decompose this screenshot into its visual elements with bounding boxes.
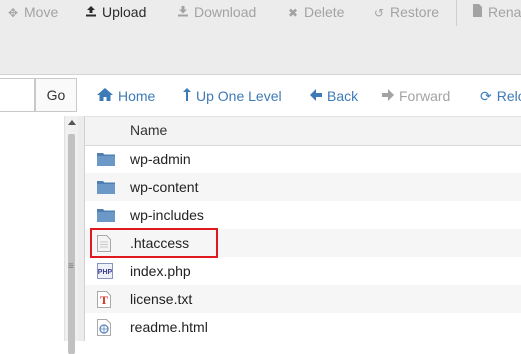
- back-link[interactable]: Back: [310, 87, 358, 105]
- table-row[interactable]: wp-includes: [85, 201, 521, 229]
- svg-text:T: T: [100, 293, 108, 307]
- delete-button[interactable]: ✖ Delete: [286, 3, 345, 21]
- home-label: Home: [118, 88, 156, 104]
- file-name: wp-includes: [130, 207, 204, 223]
- home-link[interactable]: Home: [97, 87, 155, 105]
- table-row[interactable]: wp-content: [85, 173, 521, 201]
- reload-icon: ⟳: [480, 88, 492, 104]
- file-manager-toolbar: ✥ Move Upload Download ✖ Delete ↺ Restore R…: [0, 0, 521, 75]
- table-row[interactable]: readme.html: [85, 313, 521, 341]
- resize-grip-icon[interactable]: ≡: [68, 262, 74, 272]
- php-file-icon: PHP: [97, 263, 115, 279]
- tree-scrollbar[interactable]: [64, 116, 79, 354]
- download-button[interactable]: Download: [176, 3, 256, 21]
- upload-icon: [84, 4, 98, 22]
- scrollbar-thumb[interactable]: [68, 134, 75, 354]
- html-file-icon: [97, 319, 115, 336]
- file-name: license.txt: [130, 291, 193, 307]
- go-button[interactable]: Go: [35, 78, 77, 112]
- upload-button[interactable]: Upload: [84, 3, 146, 21]
- path-input[interactable]: [0, 78, 35, 112]
- folder-icon: [97, 179, 115, 195]
- delete-icon: ✖: [287, 6, 299, 20]
- reload-link[interactable]: ⟳Relo: [480, 87, 521, 105]
- restore-icon: ↺: [373, 6, 385, 20]
- back-arrow-icon: [310, 87, 322, 105]
- table-row[interactable]: wp-admin: [85, 145, 521, 173]
- forward-label: Forward: [399, 88, 451, 104]
- table-row[interactable]: T license.txt: [85, 285, 521, 313]
- svg-text:PHP: PHP: [98, 269, 113, 276]
- up-one-level-link[interactable]: Up One Level: [183, 87, 282, 105]
- move-label: Move: [24, 4, 59, 20]
- move-button[interactable]: ✥ Move: [6, 3, 58, 21]
- selection-highlight-box: [90, 228, 218, 258]
- restore-label: Restore: [390, 4, 440, 20]
- folder-icon: [97, 207, 115, 223]
- move-icon: ✥: [7, 6, 19, 20]
- file-name: index.php: [130, 263, 191, 279]
- up-arrow-icon: [183, 87, 191, 105]
- txt-file-icon: T: [97, 291, 115, 308]
- name-column-header[interactable]: Name: [130, 123, 167, 137]
- rename-button[interactable]: Rena: [470, 3, 521, 21]
- delete-label: Delete: [304, 4, 345, 20]
- forward-link[interactable]: Forward: [382, 87, 450, 105]
- download-icon: [176, 4, 190, 22]
- scroll-up-arrow-icon[interactable]: [68, 120, 76, 125]
- table-row[interactable]: PHP index.php: [85, 257, 521, 285]
- file-name: readme.html: [130, 319, 208, 335]
- file-name: wp-content: [130, 179, 199, 195]
- navigation-bar: Go Home Up One Level Back Forward ⟳Relo: [0, 75, 521, 116]
- file-list-header: Name: [85, 116, 521, 146]
- reload-label: Relo: [496, 88, 521, 104]
- folder-icon: [97, 151, 115, 167]
- directory-tree-pane[interactable]: [0, 116, 64, 341]
- forward-arrow-icon: [382, 87, 394, 105]
- restore-button[interactable]: ↺ Restore: [372, 3, 439, 21]
- upload-label: Upload: [102, 4, 147, 20]
- up-one-level-label: Up One Level: [196, 88, 282, 104]
- file-name: wp-admin: [130, 151, 191, 167]
- rename-icon: [470, 4, 484, 22]
- rename-label: Rena: [488, 4, 521, 20]
- download-label: Download: [194, 4, 257, 20]
- back-label: Back: [327, 88, 359, 104]
- toolbar-divider: [456, 0, 457, 26]
- home-icon: [97, 87, 113, 105]
